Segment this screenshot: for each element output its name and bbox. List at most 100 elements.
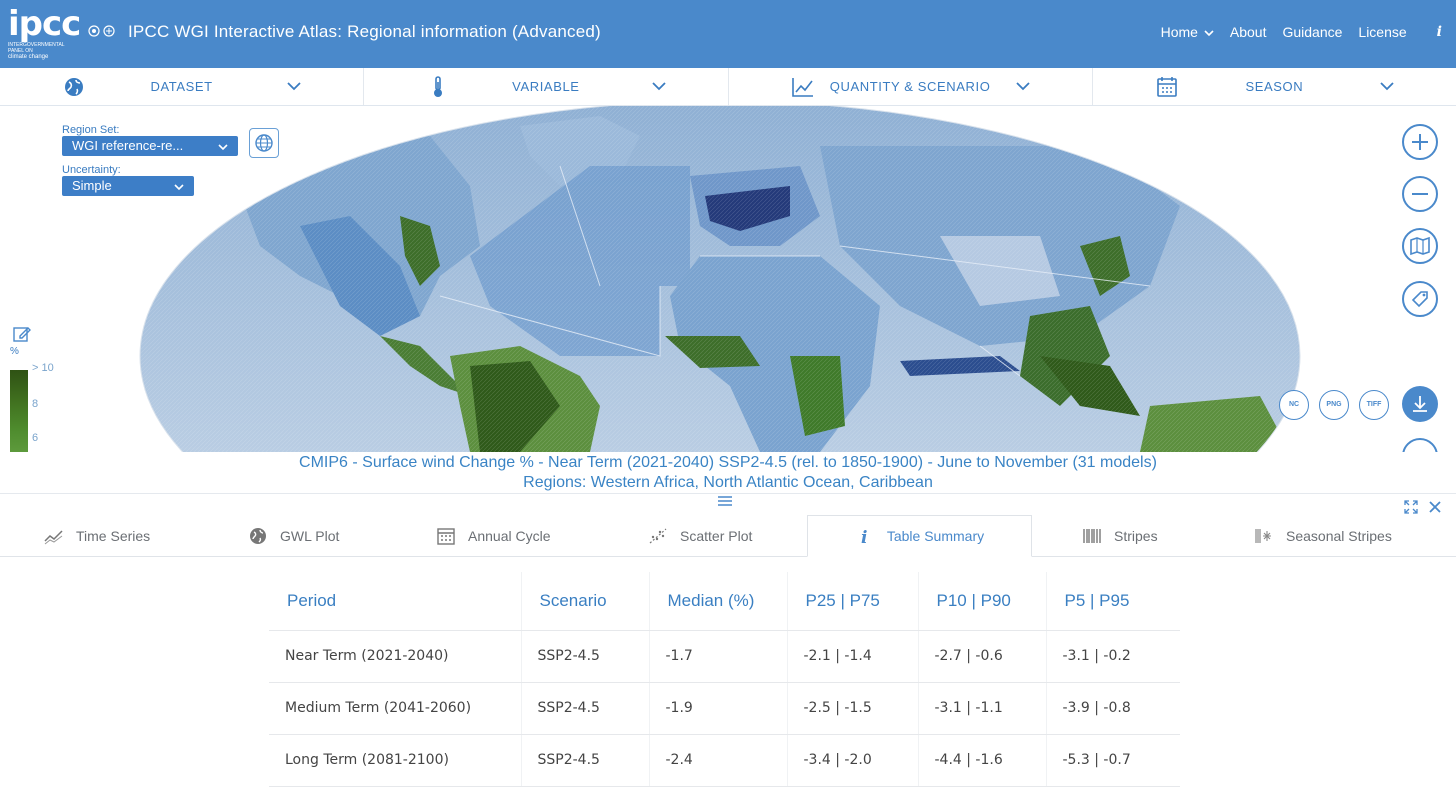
- analysis-tabs: Time Series GWL Plot Annual Cycle Scatte…: [0, 515, 1456, 557]
- legend-tick: 6: [32, 432, 39, 444]
- table-row: Medium Term (2041-2060) SSP2-4.5 -1.9 -2…: [269, 682, 1180, 735]
- expand-icon[interactable]: [1404, 500, 1418, 514]
- table-cell: -3.1 | -0.2: [1045, 630, 1180, 683]
- table-cell: -4.4 | -1.6: [917, 734, 1046, 787]
- minus-icon: [1412, 193, 1428, 195]
- nav-home[interactable]: Home: [1161, 24, 1214, 40]
- download-png-button[interactable]: PNG: [1319, 390, 1349, 420]
- scatter-icon: [649, 528, 667, 544]
- panel-controls: [1404, 500, 1442, 514]
- chevron-down-icon: [287, 82, 301, 91]
- uncertainty-select[interactable]: Simple: [62, 176, 194, 196]
- tag-button[interactable]: [1402, 281, 1438, 317]
- zoom-in-button[interactable]: [1402, 124, 1438, 160]
- tab-time-series[interactable]: Time Series: [44, 515, 150, 557]
- info-icon[interactable]: i: [1437, 24, 1442, 40]
- stripes-icon: [1083, 529, 1101, 543]
- nav-about[interactable]: About: [1230, 24, 1267, 40]
- download-nc-button[interactable]: NC: [1279, 390, 1309, 420]
- chevron-down-icon: [1204, 30, 1214, 37]
- map-layers-button[interactable]: [1402, 228, 1438, 264]
- un-emblem-icon: [88, 25, 115, 37]
- tab-seasonal-stripes[interactable]: Seasonal Stripes: [1254, 515, 1392, 557]
- chevron-down-icon: [1380, 82, 1394, 91]
- region-set-label: Region Set:: [62, 124, 120, 136]
- column-header-scenario[interactable]: Scenario: [520, 572, 649, 631]
- tab-table-summary[interactable]: i Table Summary: [807, 515, 1032, 557]
- edit-legend-icon[interactable]: [12, 324, 32, 344]
- table-cell: -5.3 | -0.7: [1045, 734, 1180, 787]
- tab-annual-cycle[interactable]: Annual Cycle: [436, 515, 551, 557]
- uncertainty-label: Uncertainty:: [62, 164, 121, 176]
- nav-license[interactable]: License: [1358, 24, 1406, 40]
- legend-tick: > 10: [32, 362, 54, 374]
- table-cell: -3.9 | -0.8: [1045, 682, 1180, 735]
- table-cell: -3.1 | -1.1: [917, 682, 1046, 735]
- download-icon: [1413, 396, 1427, 412]
- table-cell: -2.7 | -0.6: [917, 630, 1046, 683]
- time-series-icon: [44, 530, 63, 545]
- table-cell: Long Term (2081-2100): [269, 734, 521, 787]
- dataset-selector[interactable]: DATASET: [0, 68, 365, 105]
- legend-tick: 8: [32, 398, 39, 410]
- chevron-down-icon: [218, 144, 228, 151]
- table-cell: SSP2-4.5: [520, 734, 649, 787]
- info-icon: i: [861, 528, 867, 545]
- table-cell: -3.4 | -2.0: [786, 734, 918, 787]
- download-button[interactable]: [1402, 386, 1438, 422]
- column-header-period[interactable]: Period: [269, 572, 521, 631]
- chevron-down-icon: [174, 184, 184, 191]
- tag-icon: [1411, 291, 1428, 308]
- zoom-out-button[interactable]: [1402, 176, 1438, 212]
- plus-icon: [1412, 134, 1428, 150]
- table-cell: SSP2-4.5: [520, 630, 649, 683]
- top-nav: Home About Guidance License i: [1161, 24, 1442, 40]
- region-set-select[interactable]: WGI reference-re...: [62, 136, 238, 156]
- column-header-p5-p95[interactable]: P5 | P95: [1045, 572, 1180, 631]
- selector-bar: DATASET VARIABLE QUANTITY & SCENARIO SEA…: [0, 68, 1456, 106]
- app-title: IPCC WGI Interactive Atlas: Regional inf…: [128, 22, 601, 41]
- summary-table: Period Scenario Median (%) P25 | P75 P10…: [269, 572, 1180, 787]
- chevron-down-icon: [651, 82, 666, 91]
- caption-title: CMIP6 - Surface wind Change % - Near Ter…: [299, 454, 1157, 471]
- table-cell: -1.7: [648, 630, 787, 683]
- caption-regions: Regions: Western Africa, North Atlantic …: [523, 474, 933, 491]
- chevron-down-icon: [1016, 82, 1030, 91]
- region-controls: Region Set: WGI reference-re... Uncertai…: [62, 124, 238, 204]
- legend-unit: %: [10, 346, 19, 357]
- table-header-row: Period Scenario Median (%) P25 | P75 P10…: [269, 572, 1180, 631]
- column-header-median[interactable]: Median (%): [648, 572, 787, 631]
- map-caption: CMIP6 - Surface wind Change % - Near Ter…: [0, 453, 1456, 493]
- column-header-p25-p75[interactable]: P25 | P75: [786, 572, 918, 631]
- map-icon: [1410, 236, 1430, 256]
- table-cell: Medium Term (2041-2060): [269, 682, 521, 735]
- download-tiff-button[interactable]: TIFF: [1359, 390, 1389, 420]
- legend-colorbar: [10, 370, 28, 452]
- table-row: Near Term (2021-2040) SSP2-4.5 -1.7 -2.1…: [269, 630, 1180, 683]
- svg-text:i: i: [861, 528, 867, 545]
- tab-stripes[interactable]: Stripes: [1082, 515, 1158, 557]
- close-icon[interactable]: [1428, 500, 1442, 514]
- tab-scatter-plot[interactable]: Scatter Plot: [648, 515, 752, 557]
- drag-handle-icon[interactable]: [716, 494, 734, 508]
- season-selector[interactable]: SEASON: [1093, 68, 1456, 105]
- globe-icon: [250, 528, 266, 544]
- column-header-p10-p90[interactable]: P10 | P90: [917, 572, 1046, 631]
- table-cell: SSP2-4.5: [520, 682, 649, 735]
- seasonal-stripes-icon: [1255, 529, 1271, 543]
- nav-guidance[interactable]: Guidance: [1282, 24, 1342, 40]
- tab-gwl-plot[interactable]: GWL Plot: [248, 515, 339, 557]
- map-panel[interactable]: Region Set: WGI reference-re... Uncertai…: [0, 106, 1456, 452]
- table-cell: Near Term (2021-2040): [269, 630, 521, 683]
- table-cell: -2.1 | -1.4: [786, 630, 918, 683]
- ipcc-logo[interactable]: ipcc INTERGOVERNMENTAL PANEL ON climate …: [8, 6, 81, 60]
- table-cell: -2.4: [648, 734, 787, 787]
- calendar-icon: [437, 528, 455, 545]
- globe-region-button[interactable]: [249, 128, 279, 158]
- quantity-scenario-selector[interactable]: QUANTITY & SCENARIO: [729, 68, 1093, 105]
- table-cell: -2.5 | -1.5: [786, 682, 918, 735]
- globe-icon: [255, 134, 273, 152]
- top-header: ipcc INTERGOVERNMENTAL PANEL ON climate …: [0, 0, 1456, 68]
- variable-selector[interactable]: VARIABLE: [364, 68, 729, 105]
- table-row: Long Term (2081-2100) SSP2-4.5 -2.4 -3.4…: [269, 734, 1180, 787]
